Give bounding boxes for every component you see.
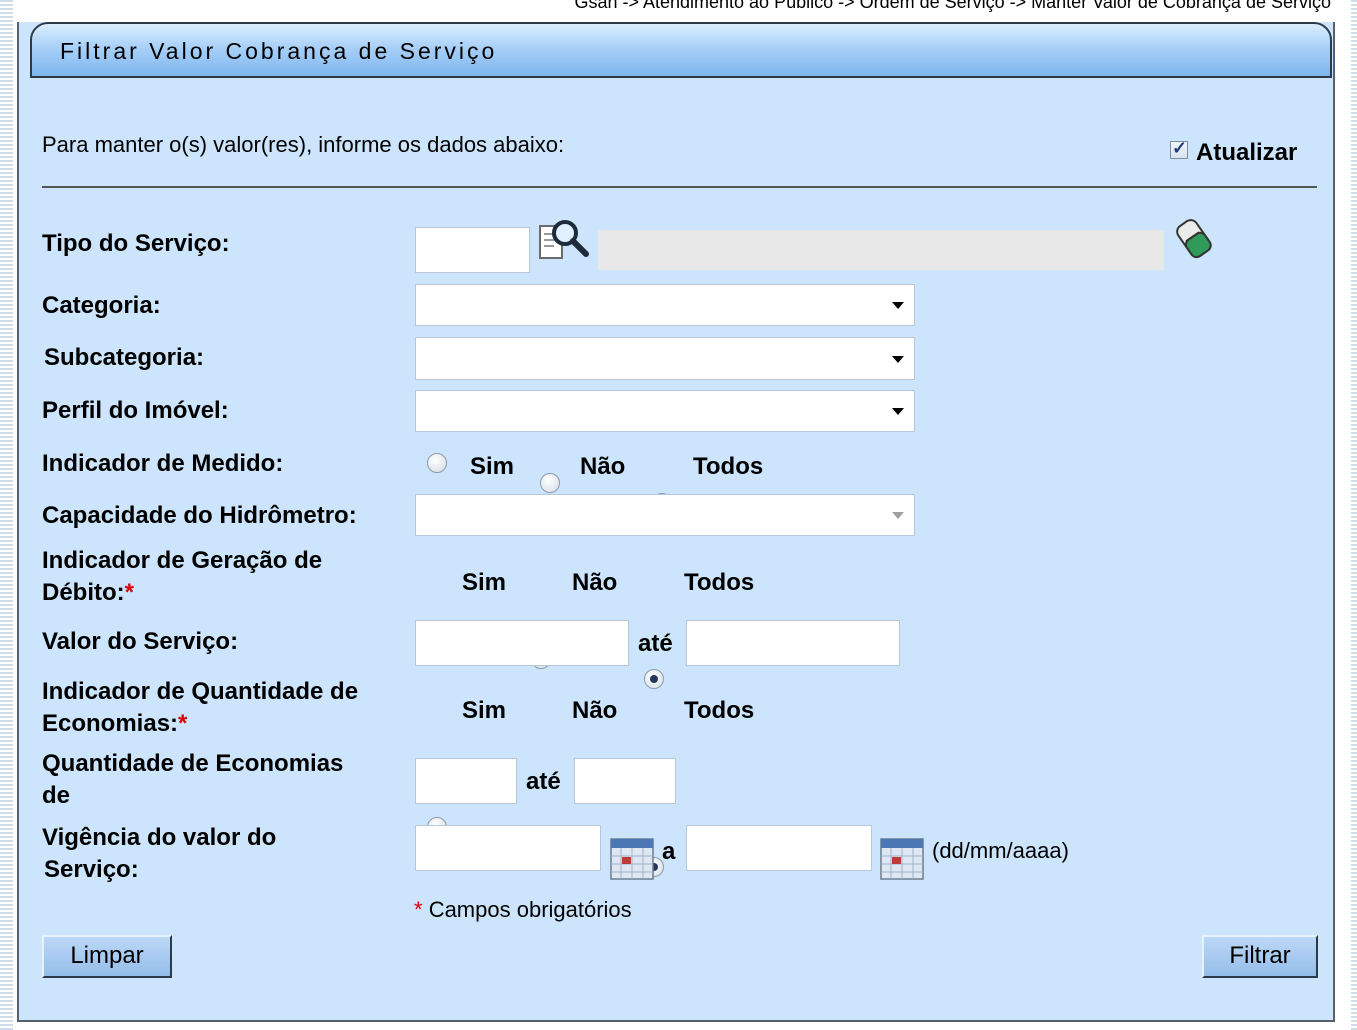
- vigencia-label-line1: Vigência do valor do: [42, 824, 277, 851]
- valor-servico-from-input[interactable]: [415, 620, 629, 666]
- qtd-economias-label-line1: Quantidade de Economias: [42, 750, 344, 777]
- subcategoria-label: Subcategoria:: [44, 344, 205, 371]
- calendar-icon[interactable]: [610, 838, 654, 880]
- indicador-qtd-economias-nao-label: Não: [572, 697, 618, 724]
- tipo-servico-label: Tipo do Serviço:: [42, 230, 230, 257]
- calendar-icon[interactable]: [880, 838, 924, 880]
- indicador-geracao-debito-label-line1: Indicador de Geração de: [42, 547, 323, 574]
- valor-servico-to-input[interactable]: [686, 620, 900, 666]
- left-border-stripe: [0, 0, 13, 1030]
- capacidade-hidrometro-select[interactable]: [415, 494, 915, 536]
- chevron-down-icon: [892, 355, 904, 363]
- limpar-button[interactable]: Limpar: [42, 935, 172, 978]
- indicador-medido-todos-label: Todos: [693, 453, 764, 480]
- panel-title-bar: Filtrar Valor Cobrança de Serviço: [30, 22, 1332, 78]
- indicador-geracao-debito-label-line2: Débito:: [42, 579, 125, 606]
- categoria-select[interactable]: [415, 284, 915, 326]
- chevron-down-icon: [892, 512, 904, 519]
- indicador-geracao-debito-label: Indicador de Geração de Débito:*: [42, 545, 322, 609]
- indicador-geracao-debito-sim-label: Sim: [462, 569, 507, 596]
- indicador-medido-label: Indicador de Medido:: [42, 450, 284, 477]
- vigencia-label: Vigência do valor do Serviço:: [42, 822, 276, 886]
- perfil-imovel-select[interactable]: [415, 390, 915, 432]
- indicador-geracao-debito-label-line2-wrap: Débito:*: [42, 577, 322, 609]
- indicador-qtd-economias-sim-label: Sim: [462, 697, 507, 724]
- intro-text: Para manter o(s) valor(res), informe os …: [42, 132, 565, 157]
- capacidade-hidrometro-label: Capacidade do Hidrômetro:: [42, 502, 357, 529]
- qtd-economias-label: Quantidade de Economias de: [42, 748, 343, 812]
- valor-servico-label: Valor do Serviço:: [42, 628, 239, 655]
- chevron-down-icon: [892, 408, 904, 415]
- filtrar-button[interactable]: Filtrar: [1202, 935, 1318, 978]
- required-mark: *: [124, 579, 134, 606]
- divider: [42, 186, 1317, 188]
- date-format-hint: (dd/mm/aaaa): [932, 838, 1069, 863]
- qtd-economias-to-input[interactable]: [574, 758, 676, 804]
- tipo-servico-description-field: [598, 230, 1164, 270]
- atualizar-label: Atualizar: [1196, 139, 1298, 166]
- qtd-economias-from-input[interactable]: [415, 758, 517, 804]
- required-fields-note: * Campos obrigatórios: [414, 897, 632, 923]
- indicador-qtd-economias-label-line1: Indicador de Quantidade de: [42, 678, 359, 705]
- eraser-icon[interactable]: [1172, 214, 1216, 260]
- qtd-economias-ate-label: até: [526, 768, 561, 795]
- magnifier-icon[interactable]: [538, 216, 592, 262]
- checkbox-check-icon: ✓: [1172, 138, 1188, 158]
- perfil-imovel-label: Perfil do Imóvel:: [42, 397, 229, 424]
- indicador-qtd-economias-label-line2-wrap: Economias:*: [42, 708, 358, 740]
- categoria-label: Categoria:: [42, 292, 161, 319]
- required-mark: *: [414, 897, 423, 922]
- indicador-geracao-debito-todos-radio[interactable]: [644, 669, 664, 689]
- indicador-medido-nao-radio[interactable]: [540, 473, 560, 493]
- page-title: Filtrar Valor Cobrança de Serviço: [60, 38, 498, 64]
- vigencia-a-label: a: [662, 838, 676, 865]
- breadcrumb: Gsan -> Atendimento ao Público -> Ordem …: [574, 0, 1331, 12]
- valor-servico-ate-label: até: [638, 630, 673, 657]
- indicador-medido-sim-label: Sim: [470, 453, 515, 480]
- vigencia-label-line2: Serviço:: [44, 856, 139, 883]
- required-note-text: Campos obrigatórios: [428, 897, 632, 922]
- atualizar-checkbox[interactable]: ✓: [1170, 138, 1188, 159]
- indicador-medido-nao-label: Não: [580, 453, 626, 480]
- qtd-economias-label-line2: de: [42, 782, 71, 809]
- subcategoria-select[interactable]: [415, 337, 915, 380]
- tipo-servico-code-input[interactable]: [415, 227, 530, 273]
- vigencia-from-input[interactable]: [415, 825, 601, 871]
- indicador-geracao-debito-nao-label: Não: [572, 569, 618, 596]
- chevron-down-icon: [892, 302, 904, 309]
- indicador-medido-sim-radio[interactable]: [427, 453, 447, 473]
- required-mark: *: [178, 710, 188, 737]
- atualizar-checkbox-group[interactable]: ✓ Atualizar: [1170, 133, 1297, 167]
- indicador-qtd-economias-label-line2: Economias:: [42, 710, 179, 737]
- right-border-stripe: [1351, 0, 1357, 1030]
- indicador-geracao-debito-todos-label: Todos: [684, 569, 755, 596]
- indicador-qtd-economias-todos-label: Todos: [684, 697, 755, 724]
- vigencia-to-input[interactable]: [686, 825, 872, 871]
- indicador-qtd-economias-label: Indicador de Quantidade de Economias:*: [42, 676, 358, 740]
